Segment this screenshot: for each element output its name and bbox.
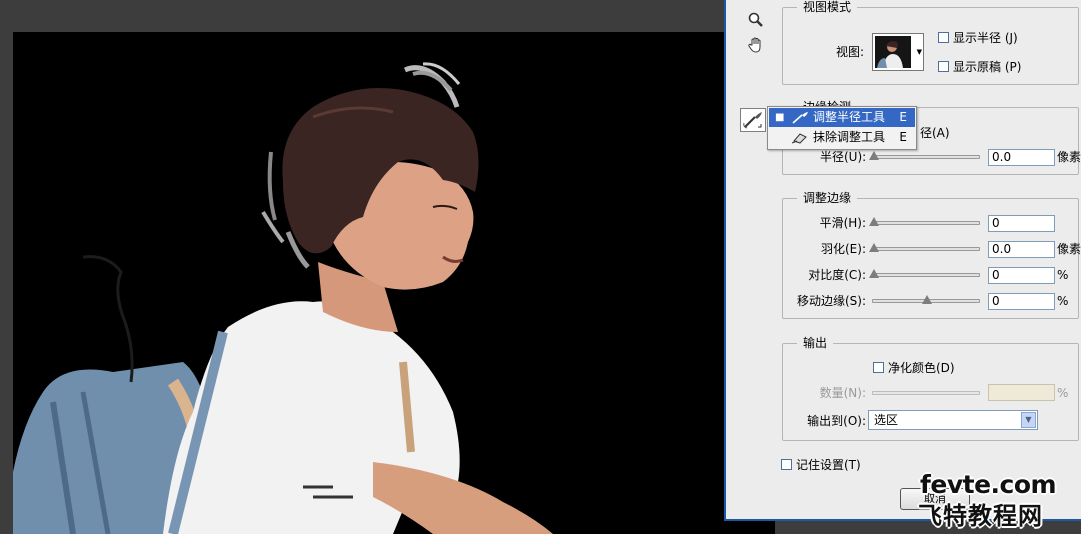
refine-tool-menu: ■ 调整半径工具 E 抹除调整工具 E [767, 106, 917, 150]
amount-label: 数量(N): [819, 386, 866, 400]
decontaminate-checkbox[interactable] [873, 362, 884, 373]
smart-radius-label: 径(A) [920, 126, 950, 140]
refine-radius-brush-icon [792, 112, 808, 124]
radius-label: 半径(U): [820, 150, 867, 164]
brush-icon [743, 112, 762, 129]
zoom-tool-icon[interactable] [744, 9, 768, 31]
smooth-slider[interactable] [869, 217, 980, 226]
contrast-unit: % [1057, 268, 1069, 282]
amount-slider [872, 391, 980, 395]
menu-item-shortcut: E [899, 130, 907, 144]
output-to-select[interactable]: 选区 ▼ [868, 410, 1038, 430]
show-radius-checkbox[interactable] [938, 32, 949, 43]
show-original-label: 显示原稿 (P) [953, 60, 1022, 74]
refine-edge-dialog: 视图模式 视图: ▼ 显示半径 (J) 显示原稿 (P) 边缘检测 径(A) 半… [724, 0, 1081, 521]
show-original-checkbox[interactable] [938, 61, 949, 72]
view-mode-title: 视图模式 [797, 0, 858, 14]
radius-slider-thumb[interactable] [869, 151, 879, 160]
menu-item-label: 调整半径工具 [813, 110, 886, 124]
eraser-icon [791, 133, 807, 144]
photo-cutout [13, 62, 553, 534]
shift-edge-unit: % [1057, 294, 1069, 308]
watermark-logo: fevte.com 飞特教程网 [918, 470, 1078, 530]
show-radius-label: 显示半径 (J) [953, 31, 1018, 45]
shift-edge-label: 移动边缘(S): [796, 294, 866, 308]
amount-input [988, 384, 1055, 401]
shift-edge-slider-thumb[interactable] [922, 295, 932, 304]
view-mode-selector[interactable]: ▼ [872, 33, 924, 71]
remember-settings-label: 记住设置(T) [796, 458, 861, 472]
menu-item-label: 抹除调整工具 [813, 130, 886, 144]
decontaminate-label: 净化颜色(D) [888, 361, 955, 375]
radius-slider[interactable] [869, 151, 980, 160]
amount-unit: % [1057, 386, 1069, 400]
view-mode-group: 视图模式 [782, 0, 1079, 85]
shift-edge-input[interactable]: 0 [988, 293, 1055, 310]
smooth-input[interactable]: 0 [988, 215, 1055, 232]
output-to-value: 选区 [874, 413, 899, 427]
feather-slider[interactable] [869, 243, 980, 252]
selected-dot-icon: ■ [775, 112, 785, 123]
feather-slider-thumb[interactable] [869, 243, 879, 252]
refine-radius-tool-button[interactable] [740, 108, 766, 132]
contrast-slider[interactable] [869, 269, 980, 278]
output-to-label: 输出到(O): [807, 414, 866, 428]
feather-input[interactable]: 0.0 [988, 241, 1055, 258]
radius-unit: 像素 [1057, 150, 1081, 164]
view-thumbnail [875, 36, 911, 68]
smooth-slider-thumb[interactable] [869, 217, 879, 226]
menu-item-shortcut: E [899, 110, 907, 124]
menu-item-refine-radius[interactable]: ■ 调整半径工具 E [769, 108, 915, 127]
remember-settings-checkbox[interactable] [781, 459, 792, 470]
document-canvas[interactable] [13, 32, 775, 534]
watermark-url: fevte.com [920, 470, 1057, 499]
radius-input[interactable]: 0.0 [988, 149, 1055, 166]
contrast-label: 对比度(C): [808, 268, 866, 282]
feather-unit: 像素 [1057, 242, 1081, 256]
smooth-label: 平滑(H): [819, 216, 866, 230]
output-title: 输出 [797, 336, 834, 350]
shift-edge-slider[interactable] [872, 295, 980, 304]
contrast-input[interactable]: 0 [988, 267, 1055, 284]
menu-item-erase-refinements[interactable]: 抹除调整工具 E [769, 128, 915, 147]
contrast-slider-thumb[interactable] [869, 269, 879, 278]
hand-tool-icon[interactable] [744, 34, 768, 56]
adjust-edge-title: 调整边缘 [797, 191, 858, 205]
feather-label: 羽化(E): [821, 242, 866, 256]
chevron-down-icon: ▼ [916, 48, 922, 56]
watermark-site-name: 飞特教程网 [918, 502, 1043, 530]
view-label: 视图: [836, 45, 865, 59]
chevron-down-icon[interactable]: ▼ [1021, 412, 1036, 428]
